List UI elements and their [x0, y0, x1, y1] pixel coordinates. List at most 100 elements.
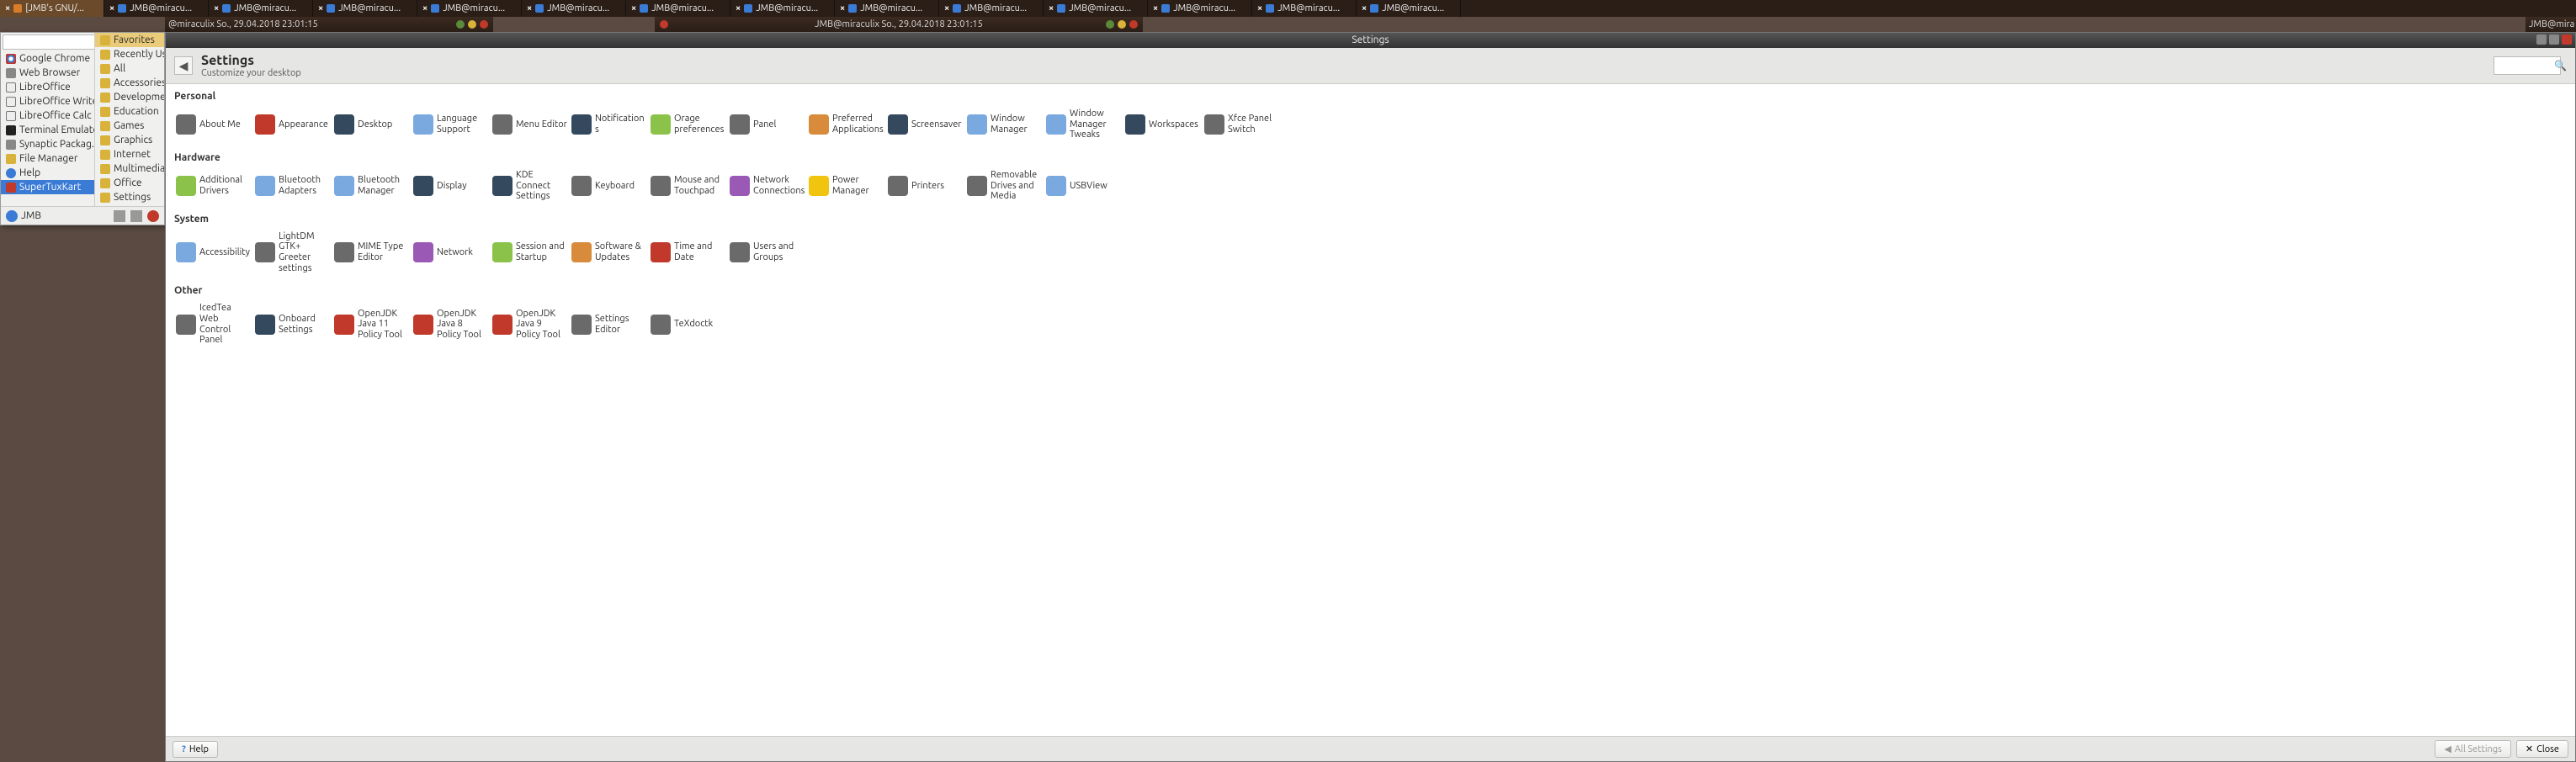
settings-item[interactable]: Preferred Applications: [807, 107, 886, 142]
launcher-app-item[interactable]: LibreOffice: [1, 80, 94, 94]
launcher-category-item[interactable]: All: [95, 61, 164, 76]
settings-item[interactable]: Additional Drivers: [174, 168, 253, 204]
launcher-search-input[interactable]: [3, 34, 95, 50]
task-close-icon[interactable]: ×: [1257, 3, 1262, 13]
taskbar-task[interactable]: ×[JMB's GNU/...: [0, 0, 104, 17]
taskbar-task[interactable]: ×JMB@miracu...: [939, 0, 1044, 17]
settings-item[interactable]: Menu Editor: [491, 107, 570, 142]
settings-item[interactable]: Session and Startup: [491, 230, 570, 276]
min-icon[interactable]: [456, 20, 465, 29]
task-close-icon[interactable]: ×: [944, 3, 949, 13]
settings-item[interactable]: Network: [412, 230, 491, 276]
settings-item[interactable]: KDE Connect Settings: [491, 168, 570, 204]
settings-item[interactable]: Screensaver: [886, 107, 965, 142]
taskbar-task[interactable]: ×JMB@miracu...: [835, 0, 939, 17]
taskbar-task[interactable]: ×JMB@miracu...: [1148, 0, 1252, 17]
launcher-category-item[interactable]: Developmen: [95, 90, 164, 104]
launcher-app-item[interactable]: LibreOffice Calc: [1, 108, 94, 123]
window-close-button[interactable]: [2562, 34, 2572, 45]
settings-item[interactable]: Panel: [728, 107, 807, 142]
settings-item[interactable]: Users and Groups: [728, 230, 807, 276]
taskbar-task[interactable]: ×JMB@miracu...: [417, 0, 522, 17]
settings-item[interactable]: Power Manager: [807, 168, 886, 204]
settings-item[interactable]: OpenJDK Java 8 Policy Tool: [412, 301, 491, 347]
launcher-category-item[interactable]: Games: [95, 119, 164, 133]
launcher-app-item[interactable]: LibreOffice Writer: [1, 94, 94, 108]
task-close-icon[interactable]: ×: [631, 3, 636, 13]
settings-item[interactable]: Language Support: [412, 107, 491, 142]
launcher-category-item[interactable]: Internet: [95, 147, 164, 161]
settings-item[interactable]: Appearance: [253, 107, 332, 142]
taskbar-task[interactable]: ×JMB@miracu...: [1044, 0, 1148, 17]
settings-item[interactable]: TeXdoctk: [649, 301, 728, 347]
settings-item[interactable]: Xfce Panel Switch: [1203, 107, 1282, 142]
launcher-app-item[interactable]: SuperTuxKart: [1, 180, 94, 194]
launcher-app-item[interactable]: File Manager: [1, 151, 94, 166]
task-close-icon[interactable]: ×: [214, 3, 219, 13]
launcher-category-item[interactable]: Graphics: [95, 133, 164, 147]
task-close-icon[interactable]: ×: [840, 3, 845, 13]
launcher-category-item[interactable]: Multimedia: [95, 161, 164, 176]
settings-search-input[interactable]: [2494, 56, 2561, 75]
settings-item[interactable]: Mouse and Touchpad: [649, 168, 728, 204]
close-icon[interactable]: [480, 20, 488, 29]
launcher-app-item[interactable]: Terminal Emulator: [1, 123, 94, 137]
settings-item[interactable]: Software & Updates: [570, 230, 649, 276]
min-icon[interactable]: [1106, 20, 1114, 29]
lock-icon[interactable]: [130, 210, 142, 222]
window-maximize-button[interactable]: [2549, 34, 2559, 45]
taskbar-task[interactable]: ×JMB@miracu...: [209, 0, 313, 17]
task-close-icon[interactable]: ×: [1362, 3, 1367, 13]
settings-item[interactable]: Display: [412, 168, 491, 204]
settings-item[interactable]: Workspaces: [1123, 107, 1203, 142]
launcher-app-item[interactable]: Help: [1, 166, 94, 180]
task-close-icon[interactable]: ×: [422, 3, 428, 13]
settings-item[interactable]: Notifications: [570, 107, 649, 142]
launcher-category-item[interactable]: Settings: [95, 190, 164, 204]
all-settings-button[interactable]: ◀ All Settings: [2435, 740, 2510, 758]
max-icon[interactable]: [1118, 20, 1126, 29]
settings-item[interactable]: Desktop: [332, 107, 412, 142]
launcher-category-item[interactable]: Accessories: [95, 76, 164, 90]
settings-item[interactable]: Settings Editor: [570, 301, 649, 347]
settings-item[interactable]: MIME Type Editor: [332, 230, 412, 276]
taskbar-task[interactable]: ×JMB@miracu...: [522, 0, 626, 17]
close-button[interactable]: ✕ Close: [2516, 740, 2568, 758]
settings-item[interactable]: Removable Drives and Media: [965, 168, 1044, 204]
settings-item[interactable]: OpenJDK Java 11 Policy Tool: [332, 301, 412, 347]
settings-item[interactable]: OpenJDK Java 9 Policy Tool: [491, 301, 570, 347]
task-close-icon[interactable]: ×: [109, 3, 114, 13]
settings-item[interactable]: Bluetooth Manager: [332, 168, 412, 204]
launcher-app-item[interactable]: Synaptic Packag...: [1, 137, 94, 151]
close-icon[interactable]: [660, 20, 668, 29]
settings-item[interactable]: Window Manager Tweaks: [1044, 107, 1123, 142]
settings-item[interactable]: USBView: [1044, 168, 1123, 204]
launcher-category-item[interactable]: Recently Use: [95, 47, 164, 61]
settings-item[interactable]: LightDM GTK+ Greeter settings: [253, 230, 332, 276]
settings-item[interactable]: Time and Date: [649, 230, 728, 276]
task-close-icon[interactable]: ×: [736, 3, 741, 13]
settings-item[interactable]: About Me: [174, 107, 253, 142]
task-close-icon[interactable]: ×: [1153, 3, 1158, 13]
power-icon[interactable]: [147, 210, 159, 222]
settings-item[interactable]: Keyboard: [570, 168, 649, 204]
help-button[interactable]: ? Help: [173, 741, 218, 758]
launcher-category-item[interactable]: Education: [95, 104, 164, 119]
task-close-icon[interactable]: ×: [1049, 3, 1054, 13]
back-button[interactable]: ◀: [174, 56, 193, 75]
max-icon[interactable]: [468, 20, 476, 29]
task-close-icon[interactable]: ×: [5, 3, 10, 13]
task-close-icon[interactable]: ×: [527, 3, 532, 13]
settings-item[interactable]: IcedTea Web Control Panel: [174, 301, 253, 347]
settings-icon[interactable]: [114, 210, 125, 222]
window-minimize-button[interactable]: [2536, 34, 2547, 45]
launcher-app-item[interactable]: Web Browser: [1, 66, 94, 80]
settings-item[interactable]: Network Connections: [728, 168, 807, 204]
taskbar-task[interactable]: ×JMB@miracu...: [1357, 0, 1461, 17]
task-close-icon[interactable]: ×: [318, 3, 323, 13]
settings-item[interactable]: Onboard Settings: [253, 301, 332, 347]
settings-item[interactable]: Accessibility: [174, 230, 253, 276]
close-icon[interactable]: [1129, 20, 1138, 29]
taskbar-task[interactable]: ×JMB@miracu...: [1252, 0, 1357, 17]
settings-item[interactable]: Printers: [886, 168, 965, 204]
